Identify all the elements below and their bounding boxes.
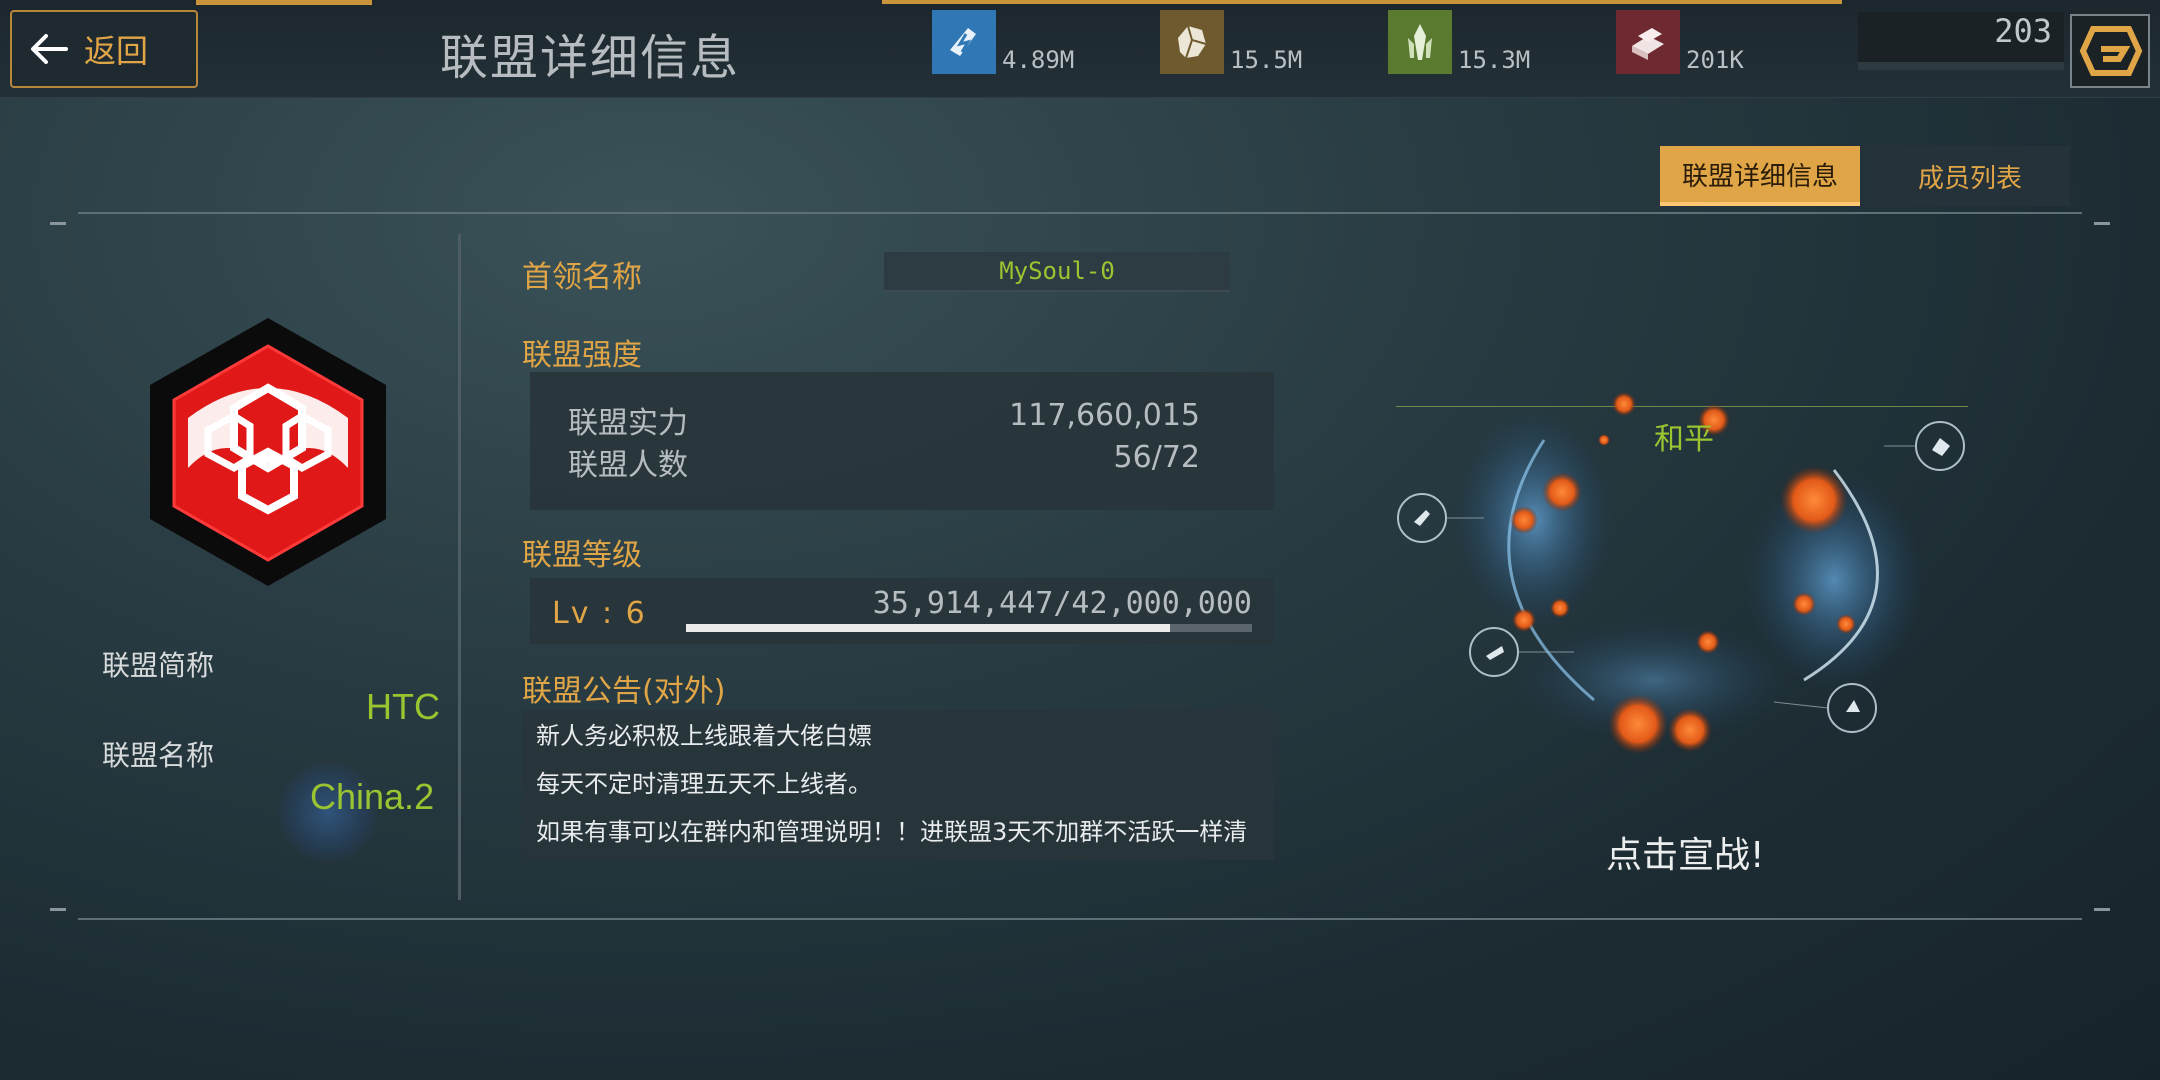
notice-line: 如果有事可以在群内和管理说明！！进联盟3天不加群不活跃一样清 xyxy=(536,818,1248,846)
resource-ore[interactable]: 15.5M xyxy=(1160,2,1302,74)
exp-value: 35,914,447/42,000,000 xyxy=(872,586,1252,621)
relation-status: 和平 xyxy=(1654,422,1714,457)
power-button[interactable] xyxy=(2070,14,2150,88)
frame-corner xyxy=(2094,222,2110,225)
alliance-name-label: 联盟名称 xyxy=(102,739,215,772)
crystal-icon xyxy=(1388,10,1452,74)
strength-panel: 联盟实力 117,660,015 联盟人数 56/72 xyxy=(530,372,1274,510)
tab-alliance-details[interactable]: 联盟详细信息 xyxy=(1660,146,1860,206)
short-name-value: HTC xyxy=(366,686,440,727)
members-label: 联盟人数 xyxy=(568,448,688,483)
power-logo-icon xyxy=(2079,26,2143,76)
resource-value: 15.3M xyxy=(1458,46,1531,74)
power-stat-value: 117,660,015 xyxy=(1009,398,1200,433)
ore-icon xyxy=(1160,10,1224,74)
members-value: 56/72 xyxy=(1113,440,1200,475)
alloy-icon xyxy=(1616,10,1680,74)
power-value: 203 xyxy=(1994,12,2052,50)
top-bar-accent xyxy=(196,0,372,5)
notice-line: 新人务必积极上线跟着大佬白嫖 xyxy=(536,722,872,750)
arrow-left-icon xyxy=(31,34,68,64)
alliance-emblem-icon xyxy=(150,318,386,586)
alliance-name-value: China.2 xyxy=(310,776,435,817)
power-display: 203 xyxy=(1858,12,2064,70)
page-title: 联盟详细信息 xyxy=(440,30,741,86)
notice-line: 每天不定时清理五天不上线者。 xyxy=(536,770,872,798)
frame-corner xyxy=(2094,908,2110,911)
resource-value: 201K xyxy=(1686,46,1744,74)
frame-corner xyxy=(50,908,66,911)
tab-member-list[interactable]: 成员列表 xyxy=(1870,146,2070,206)
notice-title: 联盟公告(对外) xyxy=(522,674,726,709)
exp-text-wrap: 35,914,447/42,000,000 xyxy=(686,586,1252,622)
energy-icon xyxy=(932,10,996,74)
leader-label: 首领名称 xyxy=(522,260,642,295)
resource-value: 15.5M xyxy=(1230,46,1303,74)
power-label: 联盟实力 xyxy=(568,406,688,441)
frame-top-line xyxy=(78,212,2082,214)
strength-title: 联盟强度 xyxy=(522,338,642,373)
level-value: Lv : 6 xyxy=(552,596,647,631)
short-name-label: 联盟简称 xyxy=(102,649,215,682)
column-divider xyxy=(458,234,461,900)
frame-corner xyxy=(50,222,66,225)
leader-name[interactable]: MySoul-0 xyxy=(884,252,1230,292)
back-label: 返回 xyxy=(84,32,149,70)
power-bar xyxy=(1858,62,2064,70)
frame-bottom-line xyxy=(78,918,2082,920)
exp-progress-fill xyxy=(686,624,1170,632)
top-bar xyxy=(0,0,2160,98)
level-title: 联盟等级 xyxy=(522,538,642,573)
notice-panel: 新人务必积极上线跟着大佬白嫖 每天不定时清理五天不上线者。 如果有事可以在群内和… xyxy=(522,710,1274,860)
resource-value: 4.89M xyxy=(1002,46,1075,74)
back-button[interactable]: 返回 xyxy=(10,10,198,88)
resource-crystal[interactable]: 15.3M xyxy=(1388,2,1530,74)
exp-progress-bar xyxy=(686,624,1252,632)
resource-alloy[interactable]: 201K xyxy=(1616,2,1744,74)
resource-energy[interactable]: 4.89M xyxy=(932,2,1074,74)
declare-war-button[interactable]: 点击宣战! xyxy=(1606,826,1764,878)
